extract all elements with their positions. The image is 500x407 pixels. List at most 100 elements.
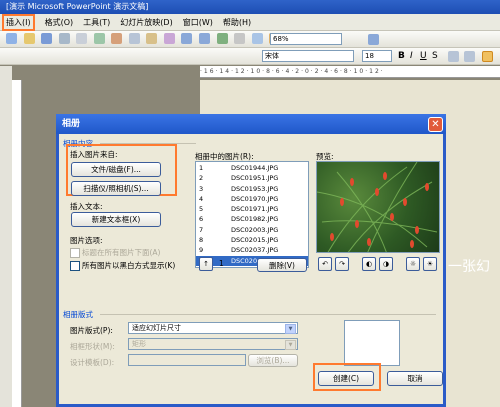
menu-slideshow[interactable]: 幻灯片放映(D)	[120, 17, 172, 28]
new-textbox-button[interactable]: 新建文本框(X)	[71, 212, 161, 227]
undo-icon[interactable]	[181, 33, 193, 44]
tables-borders-icon[interactable]	[251, 33, 263, 44]
chart-icon[interactable]	[216, 33, 228, 44]
picture-layout-value: 适应幻灯片尺寸	[132, 324, 181, 332]
list-item-filename: DSC01953.JPG	[231, 184, 279, 193]
list-item-filename: DSC02015.JPG	[231, 236, 279, 245]
menu-window[interactable]: 窗口(W)	[183, 17, 213, 28]
file-disk-button[interactable]: 文件/磁盘(F)...	[71, 162, 161, 177]
table-icon[interactable]	[234, 33, 246, 44]
preview-icon[interactable]	[93, 33, 105, 44]
list-item[interactable]: 1 DSC01944.JPG	[196, 163, 308, 173]
horizontal-ruler: ·16·14·12·10·8·6·4·2·0·2·4·6·8·10·12·	[200, 66, 500, 78]
window-title: [演示 Microsoft PowerPoint 演示文稿]	[6, 2, 149, 11]
redo-icon[interactable]	[199, 33, 211, 44]
order-position: 1	[219, 259, 224, 268]
frame-shape-select[interactable]: 矩形 ▼	[128, 338, 298, 350]
align-left-icon[interactable]	[448, 51, 459, 62]
menu-help[interactable]: 帮助(H)	[223, 17, 251, 28]
list-item-number: 8	[199, 236, 204, 245]
close-icon[interactable]: ✕	[428, 117, 443, 132]
font-combo[interactable]: 宋体	[262, 50, 354, 62]
menu-format[interactable]: 格式(O)	[45, 17, 74, 28]
list-item[interactable]: 7 DSC02003.JPG	[196, 225, 308, 235]
rotate-right-icon[interactable]: ↷	[335, 257, 349, 271]
captions-below-box[interactable]	[70, 248, 80, 258]
black-white-checkbox[interactable]: 所有图片以黑白方式显示(K)	[70, 260, 175, 271]
brightness-up-icon[interactable]: ☼	[406, 257, 420, 271]
list-item-number: 3	[199, 184, 204, 193]
align-right-icon[interactable]	[482, 51, 493, 62]
list-item-filename: DSC01951.JPG	[231, 174, 279, 183]
help-icon[interactable]	[368, 34, 379, 45]
open-icon[interactable]	[23, 33, 35, 44]
permission-icon[interactable]	[58, 33, 70, 44]
formatting-toolbar: 宋体 18 B I U S	[0, 48, 500, 65]
slide-pane	[0, 66, 12, 407]
cancel-button[interactable]: 取消	[387, 371, 443, 386]
list-item-number: 6	[199, 215, 204, 224]
picture-layout-select[interactable]: 适应幻灯片尺寸 ▼	[128, 322, 298, 334]
list-item[interactable]: 9 DSC02037.JPG	[196, 245, 308, 255]
group-divider	[100, 314, 436, 315]
delete-button[interactable]: 删除(V)	[257, 258, 307, 272]
list-item[interactable]: 2 DSC01951.JPG	[196, 173, 308, 183]
contrast-down-icon[interactable]: ◑	[379, 257, 393, 271]
cut-icon[interactable]	[111, 33, 123, 44]
captions-below-checkbox[interactable]: 标题在所有图片下面(A)	[70, 247, 160, 258]
list-item[interactable]: 6 DSC01982.JPG	[196, 214, 308, 224]
design-template-field[interactable]	[128, 354, 246, 366]
list-item[interactable]: 3 DSC01953.JPG	[196, 184, 308, 194]
browse-button[interactable]: 浏览(B)...	[248, 354, 298, 367]
font-size-combo[interactable]: 18	[362, 50, 392, 62]
album-layout-group-label: 相册版式	[63, 310, 93, 319]
paste-icon[interactable]	[146, 33, 158, 44]
list-item-filename: DSC01944.JPG	[231, 164, 279, 172]
shadow-icon[interactable]: S	[432, 51, 438, 61]
list-item[interactable]: 4 DSC01970.JPG	[196, 194, 308, 204]
move-up-icon[interactable]: ↑	[199, 257, 213, 271]
italic-icon[interactable]: I	[410, 51, 413, 61]
rotate-left-icon[interactable]: ↶	[318, 257, 332, 271]
new-icon[interactable]	[6, 33, 17, 44]
vertical-ruler	[12, 80, 22, 407]
list-item-filename: DSC01970.JPG	[231, 194, 279, 203]
contrast-up-icon[interactable]: ◐	[362, 257, 376, 271]
black-white-box[interactable]	[70, 261, 80, 271]
list-item-filename: DSC01971.JPG	[231, 205, 279, 214]
preview-plant-drawing	[317, 162, 438, 252]
copy-icon[interactable]	[128, 33, 140, 44]
format-painter-icon[interactable]	[163, 33, 175, 44]
chevron-down-icon[interactable]: ▼	[285, 324, 296, 334]
ruler-marks: ·16·14·12·10·8·6·4·2·0·2·4·6·8·10·12·	[200, 68, 385, 75]
menu-insert[interactable]: 插入(I)	[2, 13, 35, 31]
window-title-bar: [演示 Microsoft PowerPoint 演示文稿]	[0, 0, 500, 14]
preview-image	[316, 161, 440, 253]
frame-shape-label: 相框形状(M):	[70, 342, 115, 351]
scanner-camera-button[interactable]: 扫描仪/照相机(S)...	[71, 181, 161, 196]
insert-text-label: 插入文本:	[70, 202, 103, 211]
list-item[interactable]: 8 DSC02015.JPG	[196, 235, 308, 245]
dialog-title-bar: 相册	[56, 114, 446, 134]
chevron-down-icon[interactable]: ▼	[285, 340, 296, 350]
insert-from-label: 插入图片来自:	[70, 150, 118, 159]
zoom-combo[interactable]: 68%	[270, 33, 342, 45]
list-item-number: 5	[199, 205, 204, 214]
create-button[interactable]: 创建(C)	[318, 371, 374, 386]
list-item[interactable]: 5 DSC01971.JPG	[196, 204, 308, 214]
underline-icon[interactable]: U	[420, 51, 427, 61]
menu-bar: 插入(I) 格式(O) 工具(T) 幻灯片放映(D) 窗口(W) 帮助(H)	[0, 13, 500, 31]
brightness-down-icon[interactable]: ☀	[423, 257, 437, 271]
picture-options-label: 图片选项:	[70, 236, 103, 245]
bold-icon[interactable]: B	[398, 51, 405, 61]
align-center-icon[interactable]	[464, 51, 475, 62]
captions-below-label: 标题在所有图片下面(A)	[82, 248, 161, 257]
save-icon[interactable]	[41, 33, 53, 44]
standard-toolbar: 68%	[0, 31, 500, 48]
list-item-number: 7	[199, 225, 204, 234]
slide-title-text: 一张幻	[448, 259, 490, 275]
print-icon[interactable]	[76, 33, 88, 44]
list-item-filename: DSC01982.JPG	[231, 215, 279, 224]
pictures-list[interactable]: 1 DSC01944.JPG 2 DSC01951.JPG 3 DSC01953.JPG 4…	[195, 161, 309, 268]
menu-tools[interactable]: 工具(T)	[83, 17, 110, 28]
